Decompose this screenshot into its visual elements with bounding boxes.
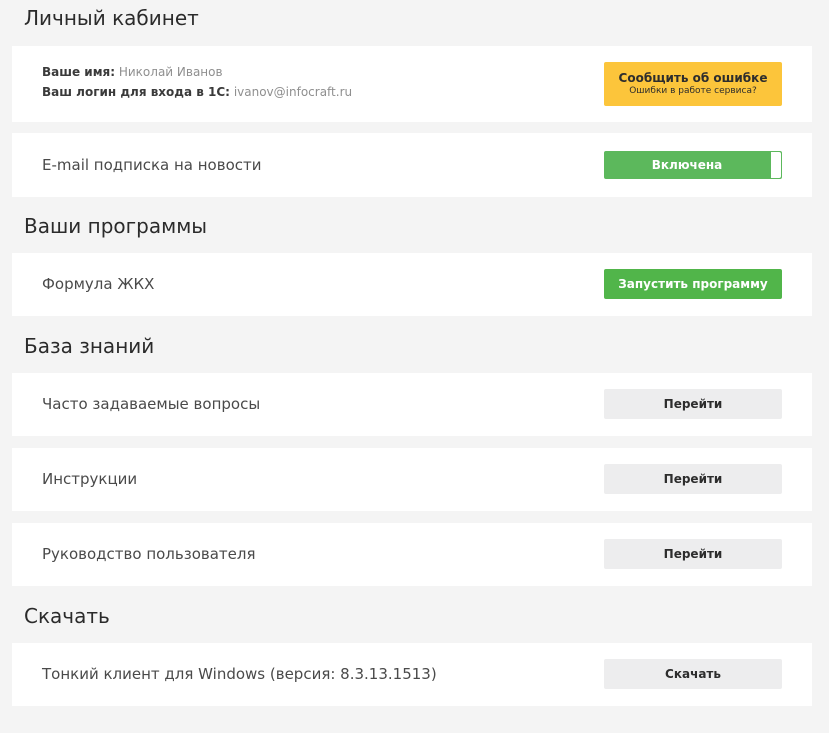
user-login-label: Ваш логин для входа в 1С: [42,85,230,99]
go-instructions-button[interactable]: Перейти [604,464,782,494]
user-login-value: ivanov@infocraft.ru [233,85,353,99]
report-error-button[interactable]: Сообщить об ошибке Ошибки в работе серви… [604,62,782,106]
program-name: Формула ЖКХ [42,275,155,293]
download-item-label: Тонкий клиент для Windows (версия: 8.3.1… [42,665,437,683]
profile-title: Личный кабинет [24,6,199,30]
download-button[interactable]: Скачать [604,659,782,689]
subscription-card: E-mail подписка на новости Включена [12,133,812,197]
launch-program-button[interactable]: Запустить программу [604,269,782,299]
user-name-value: Николай Иванов [118,65,223,79]
subscription-label: E-mail подписка на новости [42,156,262,174]
knowledge-title: База знаний [24,334,155,358]
report-error-button-sublabel: Ошибки в работе сервиса? [629,85,757,96]
knowledge-item-faq: Часто задаваемые вопросы Перейти [12,373,812,436]
subscription-toggle[interactable]: Включена [604,151,782,179]
profile-card: Ваше имя: Николай Иванов Ваш логин для в… [12,46,812,122]
subscription-toggle-label: Включена [651,158,723,172]
knowledge-item-user-guide: Руководство пользователя Перейти [12,523,812,586]
user-name-label: Ваше имя: [42,65,116,79]
go-user-guide-button[interactable]: Перейти [604,539,782,569]
user-name-line: Ваше имя: Николай Иванов [42,65,223,79]
program-card: Формула ЖКХ Запустить программу [12,253,812,316]
knowledge-item-label: Инструкции [42,470,138,488]
toggle-knob [771,152,781,178]
go-faq-button[interactable]: Перейти [604,389,782,419]
report-error-button-label: Сообщить об ошибке [618,71,768,86]
knowledge-item-instructions: Инструкции Перейти [12,448,812,511]
download-item: Тонкий клиент для Windows (версия: 8.3.1… [12,643,812,706]
knowledge-item-label: Часто задаваемые вопросы [42,395,261,413]
user-login-line: Ваш логин для входа в 1С: ivanov@infocra… [42,85,352,99]
download-title: Скачать [24,604,110,628]
programs-title: Ваши программы [24,214,208,238]
knowledge-item-label: Руководство пользователя [42,545,256,563]
